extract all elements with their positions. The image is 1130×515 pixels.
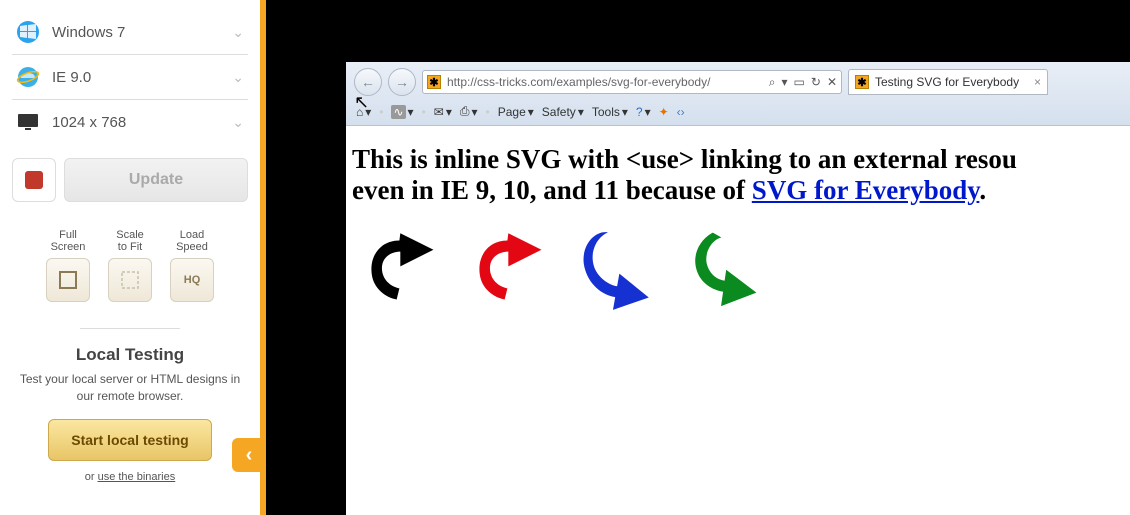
address-bar[interactable]: ✱ http://css-tricks.com/examples/svg-for… — [422, 70, 842, 94]
collapse-sidebar-button[interactable]: ‹ — [232, 438, 266, 472]
help-button[interactable]: ?▾ — [636, 105, 651, 119]
page-content: This is inline SVG with <use> linking to… — [346, 126, 1130, 515]
browser-window: ← → ✱ http://css-tricks.com/examples/svg… — [346, 62, 1130, 515]
dropdown-icon[interactable]: ▾ — [782, 75, 788, 90]
os-selector[interactable]: Windows 7 ⌄ — [12, 10, 248, 55]
feeds-button[interactable]: ∿▾ — [391, 105, 413, 119]
svg-for-everybody-link[interactable]: SVG for Everybody — [752, 175, 980, 205]
arrow-down-curve-icon — [574, 224, 666, 316]
print-button[interactable]: ⎙▾ — [460, 104, 478, 119]
browser-chrome: ← → ✱ http://css-tricks.com/examples/svg… — [346, 62, 1130, 126]
arrow-icons-row — [352, 224, 1130, 316]
tab-title: Testing SVG for Everybody — [875, 75, 1019, 89]
stop-icon[interactable]: ✕ — [827, 75, 837, 90]
os-label: Windows 7 — [52, 24, 232, 41]
stop-button[interactable] — [12, 158, 56, 202]
extension-icon[interactable]: ✦ — [659, 105, 669, 119]
scale-button[interactable] — [108, 258, 152, 302]
favicon-icon: ✱ — [427, 75, 441, 89]
stop-icon — [25, 171, 43, 189]
local-testing-subtitle: Test your local server or HTML designs i… — [12, 371, 248, 405]
scale-label: Scaleto Fit — [108, 226, 152, 254]
tools-menu[interactable]: Tools▾ — [592, 105, 628, 119]
remote-screen: ← → ✱ http://css-tricks.com/examples/svg… — [266, 0, 1130, 515]
chevron-down-icon: ⌄ — [232, 114, 244, 131]
command-bar: ⌂▾ • ∿▾ • ✉▾ ⎙▾ • Page▾ Safety▾ Tools▾ ?… — [346, 100, 1130, 125]
refresh-icon[interactable]: ↻ — [811, 75, 821, 90]
forward-button[interactable]: → — [388, 68, 416, 96]
update-button[interactable]: Update — [64, 158, 248, 202]
browser-selector[interactable]: IE 9.0 ⌄ — [12, 55, 248, 100]
close-tab-button[interactable]: × — [1034, 75, 1041, 89]
fullscreen-label: FullScreen — [46, 226, 90, 254]
browser-label: IE 9.0 — [52, 69, 232, 86]
safety-menu[interactable]: Safety▾ — [542, 105, 584, 119]
headline-line2: even in IE 9, 10, and 11 because of SVG … — [352, 175, 1130, 206]
home-icon: ⌂ — [356, 105, 363, 119]
browser-tab[interactable]: ✱ Testing SVG for Everybody × — [848, 69, 1048, 95]
arrow-redo-icon — [466, 224, 558, 316]
help-icon: ? — [636, 105, 643, 119]
chevron-down-icon: ⌄ — [232, 24, 244, 41]
control-sidebar: Windows 7 ⌄ IE 9.0 ⌄ 1024 x 768 ⌄ Update… — [0, 0, 260, 515]
arrow-right-icon: → — [395, 74, 409, 90]
home-button[interactable]: ⌂▾ — [356, 105, 371, 119]
view-options: FullScreen Scaleto Fit LoadSpeed HQ — [12, 220, 248, 318]
local-testing-title: Local Testing — [12, 345, 248, 365]
devtools-icon[interactable]: ‹› — [677, 105, 685, 119]
resolution-label: 1024 x 768 — [52, 114, 232, 131]
chevron-down-icon: ⌄ — [232, 69, 244, 86]
back-button[interactable]: ← — [354, 68, 382, 96]
speed-button[interactable]: HQ — [170, 258, 214, 302]
hq-icon: HQ — [184, 274, 201, 286]
rss-icon: ∿ — [391, 105, 405, 119]
url-text: http://css-tricks.com/examples/svg-for-e… — [447, 75, 763, 89]
start-local-testing-button[interactable]: Start local testing — [48, 419, 211, 461]
mail-icon: ✉ — [434, 105, 444, 119]
favicon-icon: ✱ — [855, 75, 869, 89]
arrow-undo-icon — [358, 224, 450, 316]
scale-icon — [119, 269, 141, 291]
binaries-line: or use the binaries — [12, 471, 248, 483]
compat-icon[interactable]: ▭ — [794, 75, 805, 90]
page-menu[interactable]: Page▾ — [498, 105, 534, 119]
divider — [80, 328, 180, 329]
headline-line1: This is inline SVG with <use> linking to… — [352, 144, 1130, 175]
search-icon[interactable]: ⌕ — [769, 75, 776, 90]
windows-icon — [16, 20, 40, 44]
resolution-selector[interactable]: 1024 x 768 ⌄ — [12, 100, 248, 144]
ie-icon — [16, 65, 40, 89]
binaries-link[interactable]: use the binaries — [98, 471, 176, 483]
monitor-icon — [16, 110, 40, 134]
chevron-left-icon: ‹ — [246, 444, 253, 467]
speed-label: LoadSpeed — [170, 226, 214, 254]
fullscreen-icon — [57, 269, 79, 291]
print-icon: ⎙ — [460, 104, 470, 119]
arrow-left-icon: ← — [361, 74, 375, 90]
mail-button[interactable]: ✉▾ — [434, 105, 452, 119]
fullscreen-button[interactable] — [46, 258, 90, 302]
arrow-back-curve-icon — [682, 224, 774, 316]
